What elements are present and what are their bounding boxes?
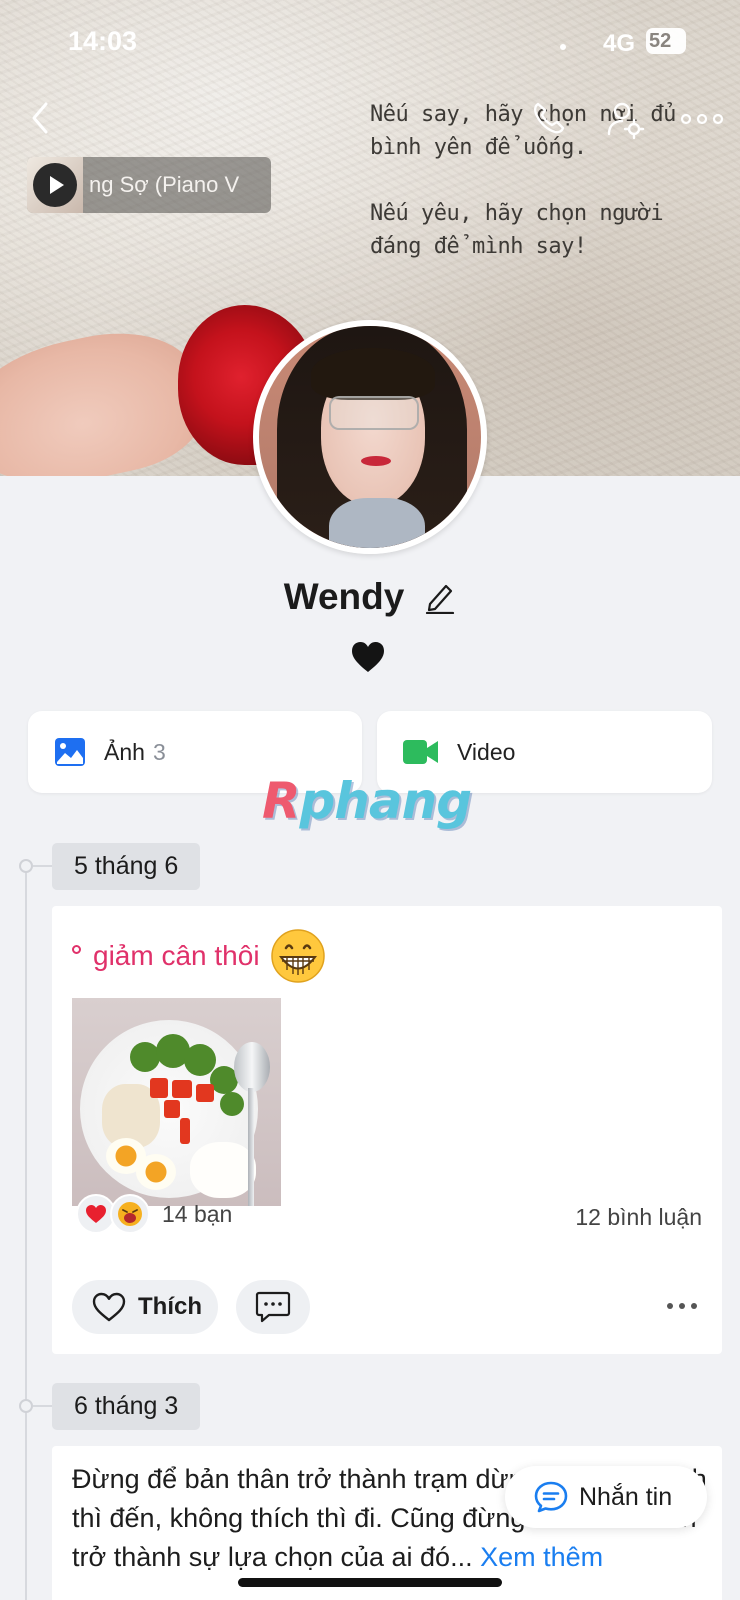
cover-quote-line-2: Nếu yêu, hãy chọn người đáng để mình say…: [370, 201, 664, 259]
music-thumbnail: [27, 157, 83, 213]
photos-count: 3: [152, 738, 166, 765]
reactions-summary[interactable]: 14 bạn: [76, 1194, 232, 1234]
message-button[interactable]: Nhắn tin: [505, 1466, 707, 1528]
photo-icon: [55, 738, 85, 766]
comment-icon: [255, 1291, 291, 1323]
edit-icon[interactable]: [424, 580, 456, 614]
timeline-line: [25, 866, 27, 1600]
more-horizontal-icon[interactable]: [680, 112, 724, 126]
videos-label: Video: [457, 738, 516, 765]
phone-icon[interactable]: [530, 100, 566, 136]
like-button[interactable]: Thích: [72, 1280, 218, 1334]
timeline-dot: [19, 1399, 33, 1413]
profile-page: Nếu say, hãy chọn nơi đủ bình yên để uốn…: [0, 0, 740, 1600]
profile-name-row: Wendy: [0, 572, 740, 622]
comment-button[interactable]: [236, 1280, 310, 1334]
post-photo[interactable]: [72, 998, 281, 1206]
message-label: Nhắn tin: [579, 1482, 673, 1511]
watermark-logo: Rphang: [262, 772, 472, 830]
back-icon[interactable]: [26, 100, 56, 136]
comment-count[interactable]: 12 bình luận: [575, 1204, 702, 1231]
grinning-emoji-icon: [270, 929, 325, 983]
timeline-dot: [19, 859, 33, 873]
avatar[interactable]: [253, 320, 487, 554]
play-icon[interactable]: [33, 163, 77, 207]
laugh-reaction-icon: [110, 1194, 150, 1234]
home-indicator[interactable]: [238, 1578, 502, 1587]
post-caption-text: giảm cân thôi: [93, 940, 260, 971]
profile-name: Wendy: [283, 576, 405, 617]
post-caption: giảm cân thôi: [72, 928, 326, 984]
network-type: 4G: [603, 30, 636, 57]
post-more-icon[interactable]: [666, 1302, 698, 1310]
battery-icon: 52: [646, 28, 686, 54]
bio-black-heart: [352, 642, 384, 672]
chat-bubble-icon: [534, 1481, 568, 1513]
reaction-count: 14 bạn: [162, 1200, 233, 1227]
music-title: ng Sợ (Piano V: [89, 172, 240, 197]
timeline-date: 6 tháng 3: [52, 1383, 201, 1430]
heart-outline-icon: [92, 1292, 126, 1322]
status-bar: 14:03 4G 52: [0, 0, 740, 84]
video-camera-icon: [403, 740, 438, 764]
see-more-link[interactable]: Xem thêm: [480, 1542, 603, 1572]
timeline-date: 5 tháng 6: [52, 843, 201, 890]
profile-music[interactable]: ng Sợ (Piano V: [27, 157, 271, 213]
user-settings-icon[interactable]: [605, 100, 645, 140]
like-label: Thích: [138, 1293, 202, 1320]
photos-label: Ảnh: [104, 738, 145, 765]
timeline-post[interactable]: giảm cân thôi 14 bạn 12 bình luận Thích: [52, 906, 722, 1354]
status-time: 14:03: [68, 26, 138, 56]
signal-icon: [560, 44, 566, 50]
